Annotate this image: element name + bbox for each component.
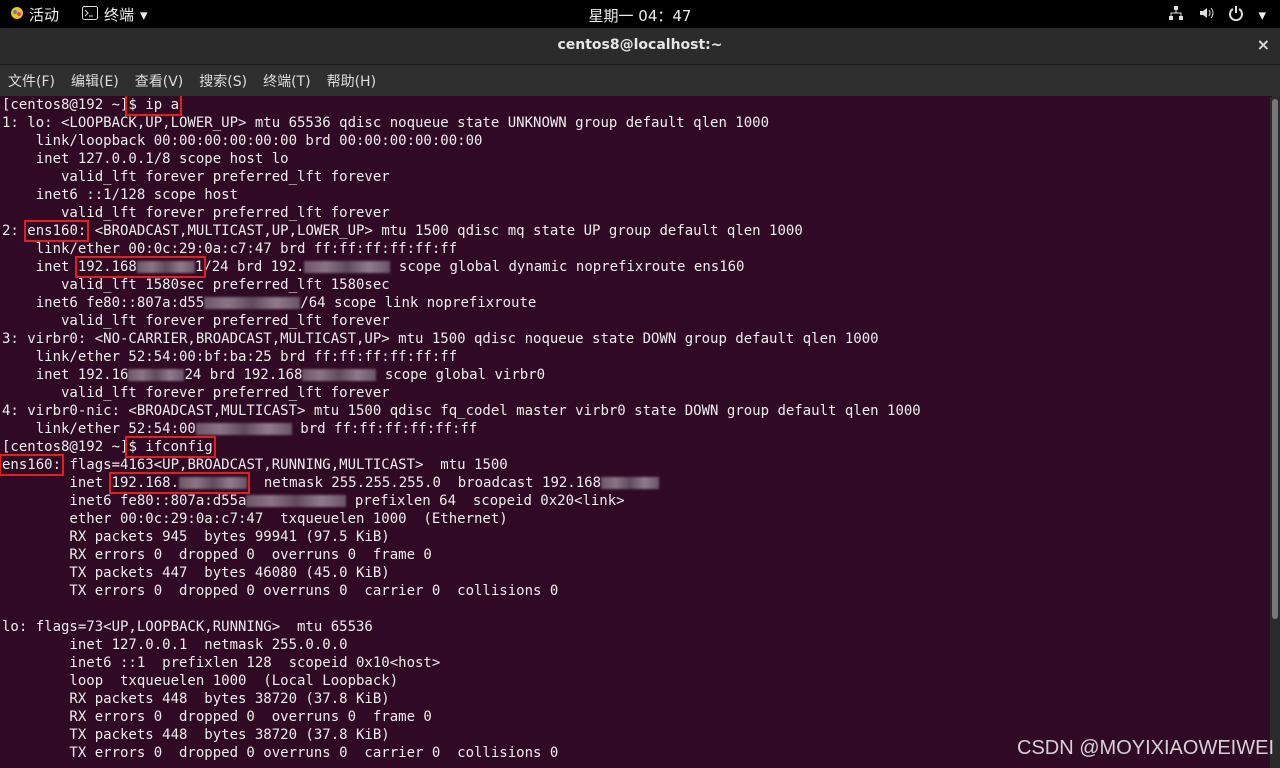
menu-file[interactable]: 文件(F) bbox=[0, 71, 63, 91]
terminal-line: link/loopback 00:00:00:00:00:00 brd 00:0… bbox=[2, 133, 483, 149]
terminal-line: inet6 ::1 prefixlen 128 scopeid 0x10<hos… bbox=[2, 655, 441, 671]
menu-bar: 文件(F) 编辑(E) 查看(V) 搜索(S) 终端(T) 帮助(H) bbox=[0, 65, 1280, 97]
line-text: link/ether 52:54:00 bbox=[2, 421, 196, 437]
window-title: centos8@localhost:~ bbox=[557, 37, 723, 53]
activities-button[interactable]: 活动 bbox=[10, 4, 59, 25]
terminal-line: RX errors 0 dropped 0 overruns 0 frame 0 bbox=[2, 547, 432, 563]
terminal-app-menu[interactable]: 终端 ▾ bbox=[82, 4, 148, 25]
terminal-line: inet 127.0.0.1/8 scope host lo bbox=[2, 151, 289, 167]
terminal-line: 4: virbr0-nic: <BROADCAST,MULTICAST> mtu… bbox=[2, 403, 921, 419]
menu-edit[interactable]: 编辑(E) bbox=[63, 71, 127, 91]
interface-name-highlight: ens160: bbox=[24, 220, 90, 242]
ip-text: 192.168 bbox=[77, 259, 137, 275]
terminal-app-label: 终端 bbox=[104, 6, 135, 24]
terminal-line: valid_lft forever preferred_lft forever bbox=[2, 313, 390, 329]
redacted-block bbox=[601, 477, 660, 489]
terminal-line: inet 192.168 1/24 brd 192. scope global d… bbox=[2, 256, 1272, 278]
terminal-line: 3: virbr0: <NO-CARRIER,BROADCAST,MULTICA… bbox=[2, 331, 879, 347]
menu-terminal[interactable]: 终端(T) bbox=[255, 71, 318, 91]
prompt: [centos8@192 ~] bbox=[2, 97, 129, 113]
scrollbar-thumb[interactable] bbox=[1272, 99, 1278, 619]
redacted-block bbox=[128, 369, 185, 381]
line-text: inet6 fe80::807a:d55a bbox=[2, 493, 247, 509]
terminal-output[interactable]: [centos8@192 ~]$ ip a 1: lo: <LOOPBACK,U… bbox=[0, 96, 1272, 768]
terminal-line: lo: flags=73<UP,LOOPBACK,RUNNING> mtu 65… bbox=[2, 619, 373, 635]
terminal-line: ens160: flags=4163<UP,BROADCAST,RUNNING,… bbox=[0, 454, 1272, 476]
terminal-line: TX packets 447 bytes 46080 (45.0 KiB) bbox=[2, 565, 390, 581]
ip-address-highlight: 192.168. bbox=[108, 472, 251, 494]
line-text: brd ff:ff:ff:ff:ff:ff bbox=[291, 421, 478, 437]
system-tray[interactable]: ▾ bbox=[1168, 5, 1266, 25]
line-text: scope global dynamic noprefixroute ens16… bbox=[390, 259, 745, 275]
line-text: scope global virbr0 bbox=[376, 367, 546, 383]
terminal-line: inet6 ::1/128 scope host bbox=[2, 187, 239, 203]
terminal-line: link/ether 52:54:00 brd ff:ff:ff:ff:ff:f… bbox=[2, 420, 1272, 438]
line-text: inet 192.16 bbox=[2, 367, 129, 383]
ip-address-highlight: 192.168 1 bbox=[74, 256, 207, 278]
terminal-line: loop txqueuelen 1000 (Local Loopback) bbox=[2, 673, 399, 689]
terminal-line: link/ether 00:0c:29:0a:c7:47 brd ff:ff:f… bbox=[2, 241, 458, 257]
terminal-line: valid_lft forever preferred_lft forever bbox=[2, 205, 390, 221]
redacted-block bbox=[246, 495, 347, 507]
terminal-line: [centos8@192 ~]$ ip a bbox=[2, 96, 1272, 116]
activities-label: 活动 bbox=[29, 6, 60, 24]
line-text: flags=4163<UP,BROADCAST,RUNNING,MULTICAS… bbox=[61, 457, 508, 473]
terminal-line: valid_lft forever preferred_lft forever bbox=[2, 385, 390, 401]
line-text: netmask 255.255.255.0 broadcast 192.168 bbox=[247, 475, 602, 491]
terminal-line: inet6 fe80::807a:d55/64 scope link nopre… bbox=[2, 294, 1272, 312]
terminal-icon bbox=[82, 5, 98, 24]
line-text: inet6 fe80::807a:d55 bbox=[2, 295, 205, 311]
menu-search[interactable]: 搜索(S) bbox=[191, 71, 255, 91]
watermark: CSDN @MOYIXIAOWEIWEI bbox=[1017, 737, 1274, 759]
window-titlebar: centos8@localhost:~ × bbox=[0, 28, 1280, 65]
line-text: /64 scope link noprefixroute bbox=[300, 295, 537, 311]
clock[interactable]: 星期一 04：47 bbox=[589, 7, 692, 25]
redacted-block bbox=[179, 477, 248, 489]
redacted-block bbox=[304, 261, 391, 273]
command-ifconfig: $ ifconfig bbox=[125, 436, 216, 458]
terminal-line: 1: lo: <LOOPBACK,UP,LOWER_UP> mtu 65536 … bbox=[2, 115, 770, 131]
volume-icon bbox=[1198, 5, 1214, 25]
terminal-line: RX errors 0 dropped 0 overruns 0 frame 0 bbox=[2, 709, 432, 725]
terminal-line: TX errors 0 dropped 0 overruns 0 carrier… bbox=[2, 583, 559, 599]
menu-help[interactable]: 帮助(H) bbox=[319, 71, 384, 91]
terminal-line: valid_lft forever preferred_lft forever bbox=[2, 169, 390, 185]
terminal-line: inet 192.16 24 brd 192.168 scope global v… bbox=[2, 366, 1272, 384]
terminal-line: RX packets 945 bytes 99941 (97.5 KiB) bbox=[2, 529, 390, 545]
chevron-down-icon: ▾ bbox=[1258, 6, 1266, 24]
terminal-line: ether 00:0c:29:0a:c7:47 txqueuelen 1000 … bbox=[2, 511, 508, 527]
line-text: inet bbox=[2, 259, 78, 275]
redacted-block bbox=[302, 369, 377, 381]
redacted-block bbox=[204, 297, 301, 309]
menu-view[interactable]: 查看(V) bbox=[127, 71, 192, 91]
terminal-line: inet 127.0.0.1 netmask 255.0.0.0 bbox=[2, 637, 348, 653]
terminal-scrollbar[interactable] bbox=[1270, 97, 1280, 768]
line-text: /24 brd 192. bbox=[203, 259, 305, 275]
redacted-block bbox=[195, 423, 292, 435]
chevron-down-icon: ▾ bbox=[140, 5, 148, 24]
terminal-line: 2: ens160: <BROADCAST,MULTICAST,UP,LOWER… bbox=[2, 220, 1272, 242]
network-icon bbox=[1168, 5, 1184, 25]
terminal-line: [centos8@192 ~]$ ifconfig bbox=[2, 436, 1272, 458]
power-icon bbox=[1228, 5, 1244, 25]
prompt: [centos8@192 ~] bbox=[2, 439, 129, 455]
line-text: inet bbox=[2, 475, 112, 491]
terminal-line: inet 192.168. netmask 255.255.255.0 broa… bbox=[2, 472, 1272, 494]
line-text: <BROADCAST,MULTICAST,UP,LOWER_UP> mtu 15… bbox=[86, 223, 803, 239]
interface-name-highlight: ens160: bbox=[0, 454, 65, 476]
activities-icon bbox=[10, 6, 24, 24]
redacted-block bbox=[136, 261, 195, 273]
terminal-line: RX packets 448 bytes 38720 (37.8 KiB) bbox=[2, 691, 390, 707]
top-bar: 活动 终端 ▾ 星期一 04：47 ▾ bbox=[0, 0, 1280, 28]
line-text: prefixlen 64 scopeid 0x20<link> bbox=[346, 493, 625, 509]
terminal-line: link/ether 52:54:00:bf:ba:25 brd ff:ff:f… bbox=[2, 349, 458, 365]
ip-text: 192.168. bbox=[111, 475, 180, 491]
terminal-line: inet6 fe80::807a:d55a prefixlen 64 scope… bbox=[2, 492, 1272, 510]
line-text: 2: bbox=[2, 223, 28, 239]
terminal-line: valid_lft 1580sec preferred_lft 1580sec bbox=[2, 277, 390, 293]
command-ip-a: $ ip a bbox=[125, 96, 182, 116]
line-text: 24 brd 192.168 bbox=[184, 367, 303, 383]
close-button[interactable]: × bbox=[1257, 35, 1270, 54]
